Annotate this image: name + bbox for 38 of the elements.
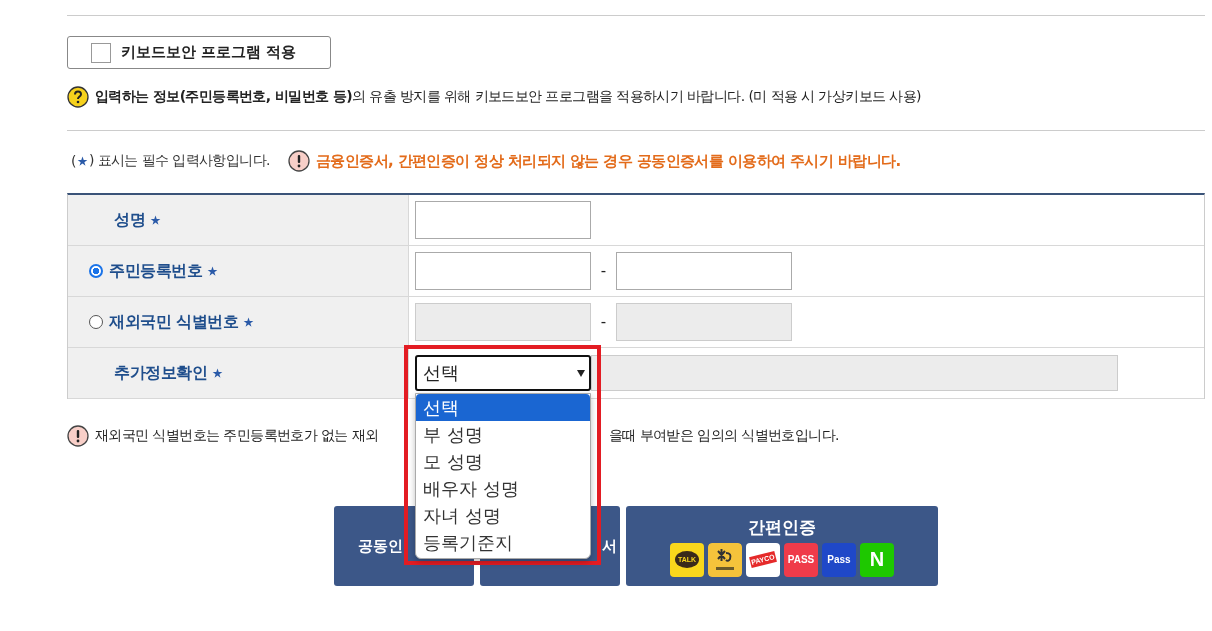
required-star-icon <box>76 155 88 167</box>
notice-text: 입력하는 정보(주민등록번호, 비밀번호 등)의 유출 방지를 위해 키보드보안 프로그램을 적용하시기 바랍니다. (미 적용 시 가상키보드 사용) <box>95 88 921 106</box>
field-label: 성명 <box>114 209 145 231</box>
dropdown-option[interactable]: 모 성명 <box>416 448 590 475</box>
select-field[interactable]: 선택 <box>415 355 591 391</box>
question-icon <box>67 86 89 108</box>
required-star-icon <box>207 265 218 277</box>
required-star-icon <box>150 214 161 226</box>
caret-icon <box>577 369 585 377</box>
required-note-text: ( <box>71 153 76 169</box>
dropdown-option[interactable]: 부 성명 <box>416 421 590 448</box>
dropdown-option[interactable]: 배우자 성명 <box>416 475 590 502</box>
required-star-icon <box>243 316 255 328</box>
footnote-text: 재외국민 식별번호는 주민등록번호가 없는 재외 <box>95 427 379 445</box>
star-logo-icon[interactable] <box>708 542 742 577</box>
radio-button[interactable] <box>89 264 103 278</box>
checkbox[interactable] <box>91 42 111 63</box>
input-field[interactable] <box>415 201 591 239</box>
input-field[interactable] <box>616 252 792 290</box>
required-note-text: ) 표시는 필수 입력사항입니다. <box>88 152 270 170</box>
simple-auth-title: 간편인증 <box>748 515 816 539</box>
radio-button[interactable] <box>89 315 103 329</box>
dash-separator: - <box>599 313 608 331</box>
pass-logo[interactable]: Pass <box>822 542 856 577</box>
exclamation-icon <box>287 150 310 172</box>
input-field[interactable] <box>415 252 591 290</box>
warning-text: 금융인증서, 간편인증이 정상 처리되지 않는 경우 공동인증서를 이용하여 주시기 바랍니다. <box>315 151 901 171</box>
dash-separator: - <box>599 262 608 280</box>
pass-logo[interactable]: PASS <box>784 542 818 577</box>
dropdown-option[interactable]: 선택 <box>416 394 590 421</box>
exclamation-icon <box>67 425 89 447</box>
field-label: 주민등록번호 <box>109 260 202 282</box>
field-label: 추가정보확인 <box>114 362 207 384</box>
field-label: 재외국민 식별번호 <box>109 311 239 333</box>
keyboard-security-button[interactable]: 키보드보안 프로그램 적용 <box>67 36 331 69</box>
footnote-text: 을때 부여받은 임의의 식별번호입니다. <box>609 427 839 445</box>
keyboard-security-label: 키보드보안 프로그램 적용 <box>121 43 297 62</box>
required-star-icon <box>212 367 223 379</box>
